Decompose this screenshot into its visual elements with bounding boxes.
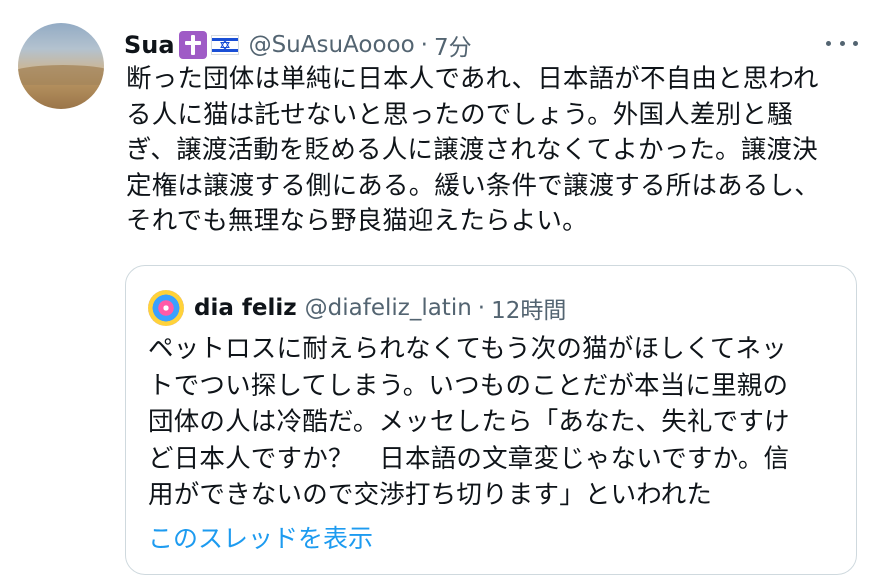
tweet-text-line: ぎ、譲渡活動を貶める人に譲渡されなくてよかった。譲渡決 xyxy=(126,135,818,165)
tweet-text-line: 断った団体は単純に日本人であれ、日本語が不自由と思われ xyxy=(126,64,819,94)
more-options-icon[interactable] xyxy=(826,33,858,53)
quote-text: ペットロスに耐えられなくてもう次の猫がほしくてネッ トでつい探してしまう。いつも… xyxy=(148,331,838,514)
tweet: Sua @SuAsuAoooo · 7分 断った団体は単純に日本人であれ、日本語… xyxy=(0,0,886,575)
quote-timestamp: 12時間 xyxy=(491,298,567,324)
quote-handle: @diafeliz_latin xyxy=(304,295,472,321)
tweet-text-line: る人に猫は託せないと思ったのでしょう。外国人差別と騒 xyxy=(126,99,793,130)
quote-avatar xyxy=(148,290,184,326)
separator-dot: · xyxy=(477,295,486,321)
show-thread-link[interactable]: このスレッドを表示 xyxy=(148,519,373,555)
quote-text-line: トでつい探してしまう。いつものことだが本当に里親の xyxy=(148,370,789,401)
separator-dot: · xyxy=(420,32,428,58)
timestamp[interactable]: 7分 xyxy=(434,28,472,62)
avatar[interactable] xyxy=(18,23,104,109)
tweet-text: 断った団体は単純に日本人であれ、日本語が不自由と思われ る人に猫は託せないと思っ… xyxy=(126,62,856,240)
tweet-text-line: 定権は譲渡する側にある。緩い条件で譲渡する所はあるし、 xyxy=(126,170,820,201)
israel-flag-icon xyxy=(210,35,239,55)
quote-text-line: 団体の人は冷酷だ。メッセしたら「あなた、失礼ですけ xyxy=(148,407,790,437)
quote-text-line: ど日本人ですか？ 日本語の文章変じゃないですか。信 xyxy=(148,443,790,474)
quote-display-name: dia feliz xyxy=(194,295,297,321)
display-name[interactable]: Sua xyxy=(124,31,175,59)
flag-stripe xyxy=(211,49,238,52)
quote-header: dia feliz @diafeliz_latin · 12時間 xyxy=(148,288,566,328)
tweet-text-line: それでも無理なら野良猫迎えたらよい。 xyxy=(126,206,588,236)
latin-cross-icon xyxy=(178,31,207,59)
avatar-landscape xyxy=(18,65,104,85)
tweet-header: Sua @SuAsuAoooo · 7分 xyxy=(124,27,472,63)
quote-text-line: ペットロスに耐えられなくてもう次の猫がほしくてネッ xyxy=(148,334,787,364)
quote-text-line: 用ができないので交渉打ち切ります」といわれた xyxy=(148,480,713,510)
quote-tweet-card[interactable]: dia feliz @diafeliz_latin · 12時間 ペットロスに耐… xyxy=(125,265,857,575)
handle[interactable]: @SuAsuAoooo xyxy=(249,32,415,58)
